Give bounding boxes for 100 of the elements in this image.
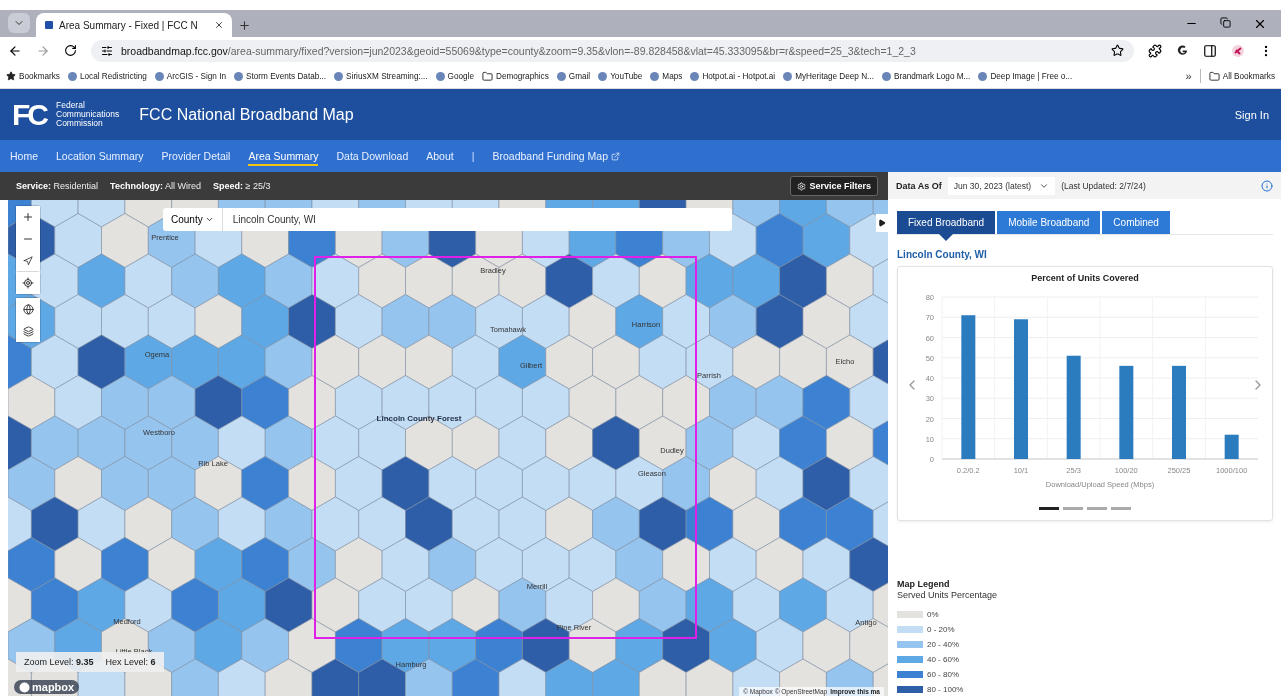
legend-label: 60 - 80% <box>927 669 960 679</box>
site-icon <box>783 71 793 81</box>
star-icon <box>6 71 16 81</box>
site-icon <box>154 71 164 81</box>
filter-summary: Speed: ≥ 25/3 <box>212 181 271 191</box>
nav-link[interactable]: Provider Detail <box>161 146 231 166</box>
site-info-icon[interactable] <box>101 44 113 57</box>
data-as-of-label: Data As Of <box>896 180 942 191</box>
globe-icon <box>22 303 34 315</box>
forward-icon[interactable] <box>36 43 50 58</box>
sign-in-link[interactable]: Sign In <box>1234 108 1269 121</box>
close-icon[interactable] <box>214 20 224 30</box>
agency-name: Federal <box>56 101 86 110</box>
all-bookmarks-link[interactable]: All Bookmarks <box>1208 70 1275 82</box>
legend-subtitle: Served Units Percentage <box>897 590 999 600</box>
legend-label: 80 - 100% <box>927 684 964 694</box>
site-icon <box>690 71 700 81</box>
date-dropdown[interactable]: Jun 30, 2023 (latest) <box>947 176 1056 195</box>
reload-icon[interactable] <box>64 44 77 57</box>
site-icon <box>881 71 891 81</box>
bookmark-link[interactable]: Bookmarks <box>6 71 60 81</box>
area-title: Lincoln County, WI <box>897 249 988 260</box>
back-icon[interactable] <box>8 43 22 58</box>
favicon-icon <box>44 20 54 30</box>
bookmark-star-icon[interactable] <box>1111 44 1124 57</box>
legend-label: 0 - 20% <box>927 624 955 634</box>
external-link-icon <box>611 151 621 161</box>
bookmark-link[interactable]: Google <box>435 71 474 81</box>
gear-icon <box>797 181 807 191</box>
bookmark-link[interactable]: Local Redistricting <box>67 71 147 81</box>
tab-title: Area Summary - Fixed | FCC N <box>59 19 199 31</box>
bookmark-link[interactable]: Brandmark Logo M... <box>881 71 971 81</box>
locate-button[interactable] <box>16 272 40 294</box>
bar <box>1224 434 1239 459</box>
legend-label: 40 - 60% <box>927 654 960 664</box>
google-icon[interactable] <box>1176 44 1189 57</box>
bookmark-link[interactable]: Demographics <box>481 70 549 82</box>
site-icon <box>435 71 445 81</box>
broadband-tab[interactable]: Mobile Broadband <box>997 211 1101 234</box>
bookmark-link[interactable]: Maps <box>650 71 683 81</box>
bookmark-link[interactable]: Hotpot.ai - Hotpot.ai <box>690 71 776 81</box>
zoom-info-text: Zoom Level: 9.35 <box>24 657 94 667</box>
service-filters-button[interactable]: Service Filters <box>790 176 878 196</box>
nav-link[interactable]: Area Summary <box>248 146 319 166</box>
compass-icon <box>23 256 33 266</box>
bookmark-link[interactable]: Deep Image | Free o... <box>978 71 1073 81</box>
extensions-icon[interactable] <box>1148 43 1162 58</box>
site-icon <box>978 71 988 81</box>
nav-link[interactable]: Location Summary <box>56 146 144 166</box>
tab-pointer-icon <box>939 234 954 241</box>
legend-title: Map Legend <box>897 579 951 589</box>
search-field[interactable]: Lincoln County, WI <box>222 208 732 231</box>
folder-icon <box>481 70 493 82</box>
filter-summary: Technology: All Wired <box>110 181 201 191</box>
plus-icon <box>238 19 251 32</box>
logo-mark: FC <box>12 97 46 132</box>
site-icon <box>556 71 566 81</box>
broadband-tab[interactable]: Combined <box>1102 211 1170 234</box>
site-icon <box>650 71 660 81</box>
filter-summary: Service: Residential <box>16 181 99 191</box>
profile-icon[interactable] <box>1231 43 1245 58</box>
nav-link[interactable]: Broadband Funding Map <box>492 146 621 166</box>
agency-name: Commission <box>56 119 104 128</box>
legend-label: 20 - 40% <box>927 639 960 649</box>
site-icon <box>234 71 243 81</box>
info-icon[interactable] <box>1261 179 1273 192</box>
bookmarks-overflow-button[interactable]: » <box>1185 70 1192 82</box>
new-tab-button[interactable] <box>238 19 251 32</box>
side-panel-icon[interactable] <box>1203 43 1217 58</box>
site-icon <box>598 71 608 81</box>
last-updated-text: (Last Updated: 2/7/24) <box>1061 180 1146 191</box>
site-icon <box>67 71 77 81</box>
folder-icon <box>1208 70 1220 82</box>
triangle-icon <box>878 219 886 227</box>
map-logo[interactable]: mapbox <box>14 680 80 694</box>
nav-link[interactable]: Home <box>10 146 38 166</box>
nav-link[interactable]: About <box>426 146 454 166</box>
site-title: FCC National Broadband Map <box>139 105 354 124</box>
map-place-label: Lincoln County Forest <box>376 413 462 423</box>
chart-title: Percent of Units Covered <box>1031 273 1139 283</box>
bookmark-link[interactable]: ArcGIS - Sign In <box>154 71 226 81</box>
restore-icon[interactable] <box>1220 16 1231 28</box>
bookmark-link[interactable]: SiriusXM Streaming:... <box>334 71 428 81</box>
nav-separator: | <box>471 150 475 162</box>
browser-tab[interactable]: Area Summary - Fixed | FCC N <box>36 13 232 37</box>
bookmark-link[interactable]: Storm Events Datab... <box>234 71 327 81</box>
zoom-info-text: Hex Level: 6 <box>105 657 156 667</box>
legend-label: 0% <box>927 609 939 619</box>
site-icon <box>334 71 344 81</box>
agency-name: Communications <box>56 110 120 119</box>
collapse-panel-button[interactable] <box>876 214 888 232</box>
address-bar[interactable]: broadbandmap.fcc.gov/area-summary/fixed?version=jun2023&geoid=55069&type=county&zoom=9.35&vlon=-89.828458&vlat=45.333095&br=r&speed=25_3&tech=1_2_3 <box>91 39 1134 62</box>
nav-link[interactable]: Data Download <box>336 146 409 166</box>
bookmark-link[interactable]: MyHeritage Deep N... <box>783 71 874 81</box>
bookmark-link[interactable]: Gmail <box>556 71 591 81</box>
bookmark-link[interactable]: YouTube <box>598 71 643 81</box>
layers-icon <box>22 325 34 337</box>
plus-icon <box>22 211 34 223</box>
area-type-dropdown[interactable]: County <box>163 208 223 231</box>
crosshair-icon <box>22 277 34 289</box>
